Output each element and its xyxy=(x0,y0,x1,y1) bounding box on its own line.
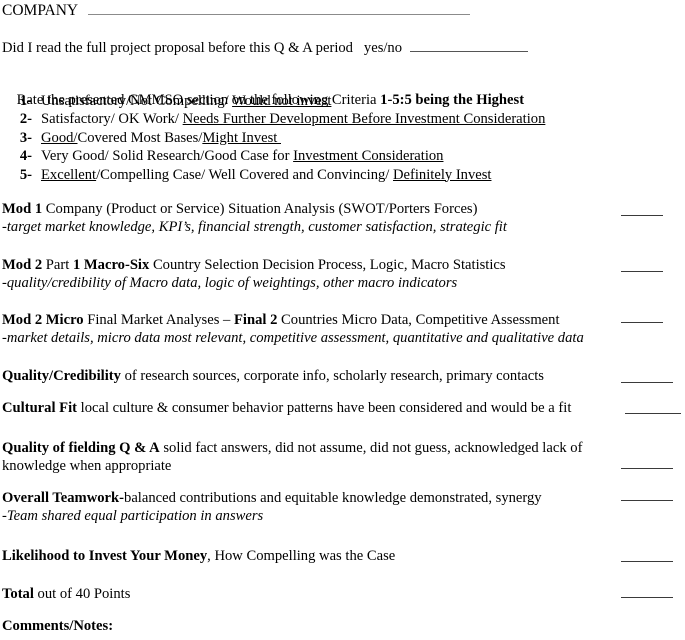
section-mod-1: Mod 1 Company (Product or Service) Situa… xyxy=(2,201,683,237)
section-title-bold: Mod 2 xyxy=(2,257,43,273)
section-title-bold: Cultural Fit xyxy=(2,400,77,416)
comments-row: Comments/Notes: xyxy=(2,618,683,636)
section-likelihood-to-invest: Likelihood to Invest Your Money, How Com… xyxy=(2,548,683,566)
section-title-rest: solid fact answers, did not assume, did … xyxy=(159,440,583,456)
section-title-line: Total out of 40 Points xyxy=(2,586,683,604)
score-input-line-mod-2-micro[interactable] xyxy=(621,322,663,323)
criteria-underlined-phrase: Good/ xyxy=(41,129,78,146)
criteria-number: 2- xyxy=(19,111,32,128)
criteria-number: 4- xyxy=(19,148,32,165)
section-title-rest: Countries Micro Data, Competitive Assess… xyxy=(277,312,560,328)
criteria-description: Good/Covered Most Bases/Might Invest xyxy=(41,130,281,148)
criteria-underlined-phrase: Needs Further Development Before Investm… xyxy=(182,111,546,128)
comments-label: Comments/Notes: xyxy=(2,618,114,634)
section-title-line: Mod 1 Company (Product or Service) Situa… xyxy=(2,201,683,219)
score-input-line-quality-credibility[interactable] xyxy=(621,382,673,383)
section-title-line: Quality/Credibility of research sources,… xyxy=(2,368,683,386)
criteria-description: Unsatisfactory/Not Compelling/ Would not… xyxy=(41,93,331,111)
section-title-rest: Country Selection Decision Process, Logi… xyxy=(149,257,506,273)
section-quality-credibility: Quality/Credibility of research sources,… xyxy=(2,368,683,386)
criteria-item-5: 5- Excellent/Compelling Case/ Well Covere… xyxy=(2,167,662,185)
section-title-line: Mod 2 Micro Final Market Analyses – Fina… xyxy=(2,312,683,330)
section-title-rest: , How Compelling was the Case xyxy=(207,548,396,564)
criteria-item-3: 3- Good/Covered Most Bases/Might Invest xyxy=(2,130,662,148)
section-title-bold: Mod 1 xyxy=(2,201,43,217)
section-title-line: Quality of fielding Q & A solid fact ans… xyxy=(2,440,683,458)
company-row: COMPANY xyxy=(2,1,682,21)
criteria-item-2: 2- Satisfactory/ OK Work/ Needs Further D… xyxy=(2,111,662,129)
criteria-number: 3- xyxy=(19,129,32,146)
score-input-line-cultural-fit[interactable] xyxy=(625,413,681,414)
section-mod-2-micro: Mod 2 Micro Final Market Analyses – Fina… xyxy=(2,312,683,348)
section-title-bold: Quality/Credibility xyxy=(2,368,121,384)
criteria-description: Satisfactory/ OK Work/ Needs Further Dev… xyxy=(41,111,545,129)
criteria-underlined-phrase: Would not invest xyxy=(232,93,332,109)
criteria-item-1: 1- Unsatisfactory/Not Compelling/ Would n… xyxy=(2,93,662,111)
criteria-plain-phrase: Covered Most Bases/ xyxy=(77,129,203,146)
criteria-plain-phrase: Satisfactory/ OK Work/ xyxy=(41,111,183,128)
yes-no-input-line[interactable] xyxy=(410,38,529,52)
score-input-line-overall-teamwork[interactable] xyxy=(621,500,673,501)
section-title-rest: of research sources, corporate info, sch… xyxy=(120,368,544,384)
criteria-underlined-phrase: Might Invest xyxy=(202,129,281,146)
section-subtext: -target market knowledge, KPI’s, financi… xyxy=(2,218,507,235)
section-title-rest: local culture & consumer behavior patter… xyxy=(77,400,572,416)
proposal-read-question: Did I read the full project proposal bef… xyxy=(2,40,403,56)
score-input-line-mod-1[interactable] xyxy=(621,215,663,216)
section-title-bold: Overall Teamwork- xyxy=(2,490,125,506)
section-total: Total out of 40 Points xyxy=(2,586,683,604)
criteria-plain-phrase: Unsatisfactory/Not Compelling/ xyxy=(41,93,233,109)
criteria-underlined-phrase: Investment Consideration xyxy=(293,148,444,165)
section-title-bold: Total xyxy=(2,586,34,602)
section-subtext: -market details, micro data most relevan… xyxy=(2,329,584,346)
section-title-bold: Likelihood to Invest Your Money xyxy=(2,548,208,564)
section-quality-of-fielding: Quality of fielding Q & A solid fact ans… xyxy=(2,440,683,476)
section-title-rest: out of 40 Points xyxy=(33,586,131,602)
criteria-plain-phrase: Very Good/ Solid Research/Good Case for xyxy=(41,148,294,165)
section-title-bold-2: Final 2 xyxy=(234,312,278,328)
section-subtext: knowledge when appropriate xyxy=(2,457,172,474)
company-label: COMPANY xyxy=(2,2,79,19)
score-input-line-likelihood-to-invest[interactable] xyxy=(621,561,673,562)
criteria-number: 5- xyxy=(19,166,32,183)
criteria-item-4: 4- Very Good/ Solid Research/Good Case fo… xyxy=(2,148,662,166)
criteria-description: Excellent/Compelling Case/ Well Covered … xyxy=(41,167,491,185)
criteria-legend: 1- Unsatisfactory/Not Compelling/ Would n… xyxy=(2,93,662,185)
score-input-line-quality-of-fielding[interactable] xyxy=(621,468,673,469)
section-cultural-fit: Cultural Fit local culture & consumer be… xyxy=(2,400,683,418)
section-mod-2-part-1: Mod 2 Part 1 Macro-Six Country Selection… xyxy=(2,257,683,293)
company-input-line[interactable] xyxy=(88,1,471,15)
section-title-bold-2: 1 Macro-Six xyxy=(72,257,150,273)
criteria-underlined-phrase: Definitely Invest xyxy=(393,166,492,183)
section-overall-teamwork: Overall Teamwork-balanced contributions … xyxy=(2,490,683,526)
score-input-line-total[interactable] xyxy=(621,597,673,598)
score-input-line-mod-2-part-1[interactable] xyxy=(621,271,663,272)
section-title-bold: Quality of fielding Q & A xyxy=(2,440,160,456)
evaluation-form-page: COMPANY Did I read the full project prop… xyxy=(0,0,685,640)
proposal-read-row: Did I read the full project proposal bef… xyxy=(2,38,682,58)
section-title-line: Mod 2 Part 1 Macro-Six Country Selection… xyxy=(2,257,683,275)
section-title-rest: balanced contributions and equitable kno… xyxy=(124,490,542,506)
section-title-rest: Company (Product or Service) Situation A… xyxy=(42,201,478,217)
section-title-bold: Mod 2 Micro xyxy=(2,312,84,328)
criteria-plain-phrase: /Compelling Case/ Well Covered and Convi… xyxy=(96,166,393,183)
section-title-line: Overall Teamwork-balanced contributions … xyxy=(2,490,683,508)
section-title-line: Likelihood to Invest Your Money, How Com… xyxy=(2,548,683,566)
section-title-mid: Part xyxy=(42,257,73,273)
section-subtext: -Team shared equal participation in answ… xyxy=(2,507,264,524)
section-title-mid: Final Market Analyses – xyxy=(83,312,234,328)
section-subtext: -quality/credibility of Macro data, logi… xyxy=(2,274,458,291)
section-title-line: Cultural Fit local culture & consumer be… xyxy=(2,400,683,418)
criteria-description: Very Good/ Solid Research/Good Case for … xyxy=(41,148,443,166)
criteria-number: 1- xyxy=(19,93,32,109)
criteria-underlined-phrase: Excellent xyxy=(41,166,97,183)
